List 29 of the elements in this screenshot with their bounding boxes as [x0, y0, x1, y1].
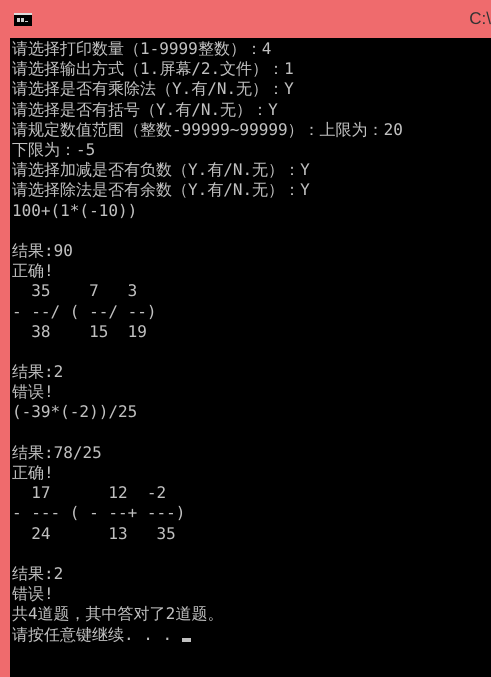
window-title: C:\ — [469, 8, 491, 30]
console-line: 结果:90 — [12, 240, 73, 261]
console-line: 请按任意键继续. . . — [12, 624, 174, 645]
console-icon — [14, 12, 32, 26]
console-line: 请选择是否有乘除法（Y.有/N.无）：Y — [12, 79, 294, 100]
console-line: 错误! — [12, 382, 54, 402]
console-line: (-39*(-2))/25 — [12, 402, 138, 422]
console-line: 共4道题，其中答对了2道题。 — [12, 604, 224, 624]
console-line: 错误! — [12, 584, 54, 604]
console-line: 24 13 35 — [30, 524, 176, 544]
console-line: 结果:2 — [12, 564, 64, 584]
console-line: 100+(1*(-10)) — [12, 200, 138, 221]
console-line: - --/ ( --/ --) — [12, 302, 156, 322]
console-line: 17 12 -2 — [30, 483, 166, 504]
console-line: 下限为：-5 — [12, 140, 96, 160]
text-cursor — [182, 638, 191, 642]
console-line: 结果:78/25 — [12, 442, 102, 463]
console-line: 35 7 3 — [30, 281, 138, 302]
console-line: 请选择输出方式（1.屏幕/2.文件）：1 — [12, 59, 294, 80]
console-line: 正确! — [12, 463, 54, 484]
console-line: 请选择打印数量（1-9999整数）：4 — [12, 39, 272, 60]
console-line: 正确! — [12, 261, 54, 282]
console-line: 请选择除法是否有余数（Y.有/N.无）：Y — [12, 180, 310, 200]
console-line: 结果:2 — [12, 362, 64, 382]
console-line: 请规定数值范围（整数-99999~99999）：上限为：20 — [12, 120, 403, 140]
console-line: 38 15 19 — [30, 322, 147, 342]
console-line: 请选择是否有括号（Y.有/N.无）：Y — [12, 100, 278, 120]
console-line: - --- ( - --+ ---) — [12, 503, 186, 524]
console-line: 请选择加减是否有负数（Y.有/N.无）：Y — [12, 160, 310, 180]
